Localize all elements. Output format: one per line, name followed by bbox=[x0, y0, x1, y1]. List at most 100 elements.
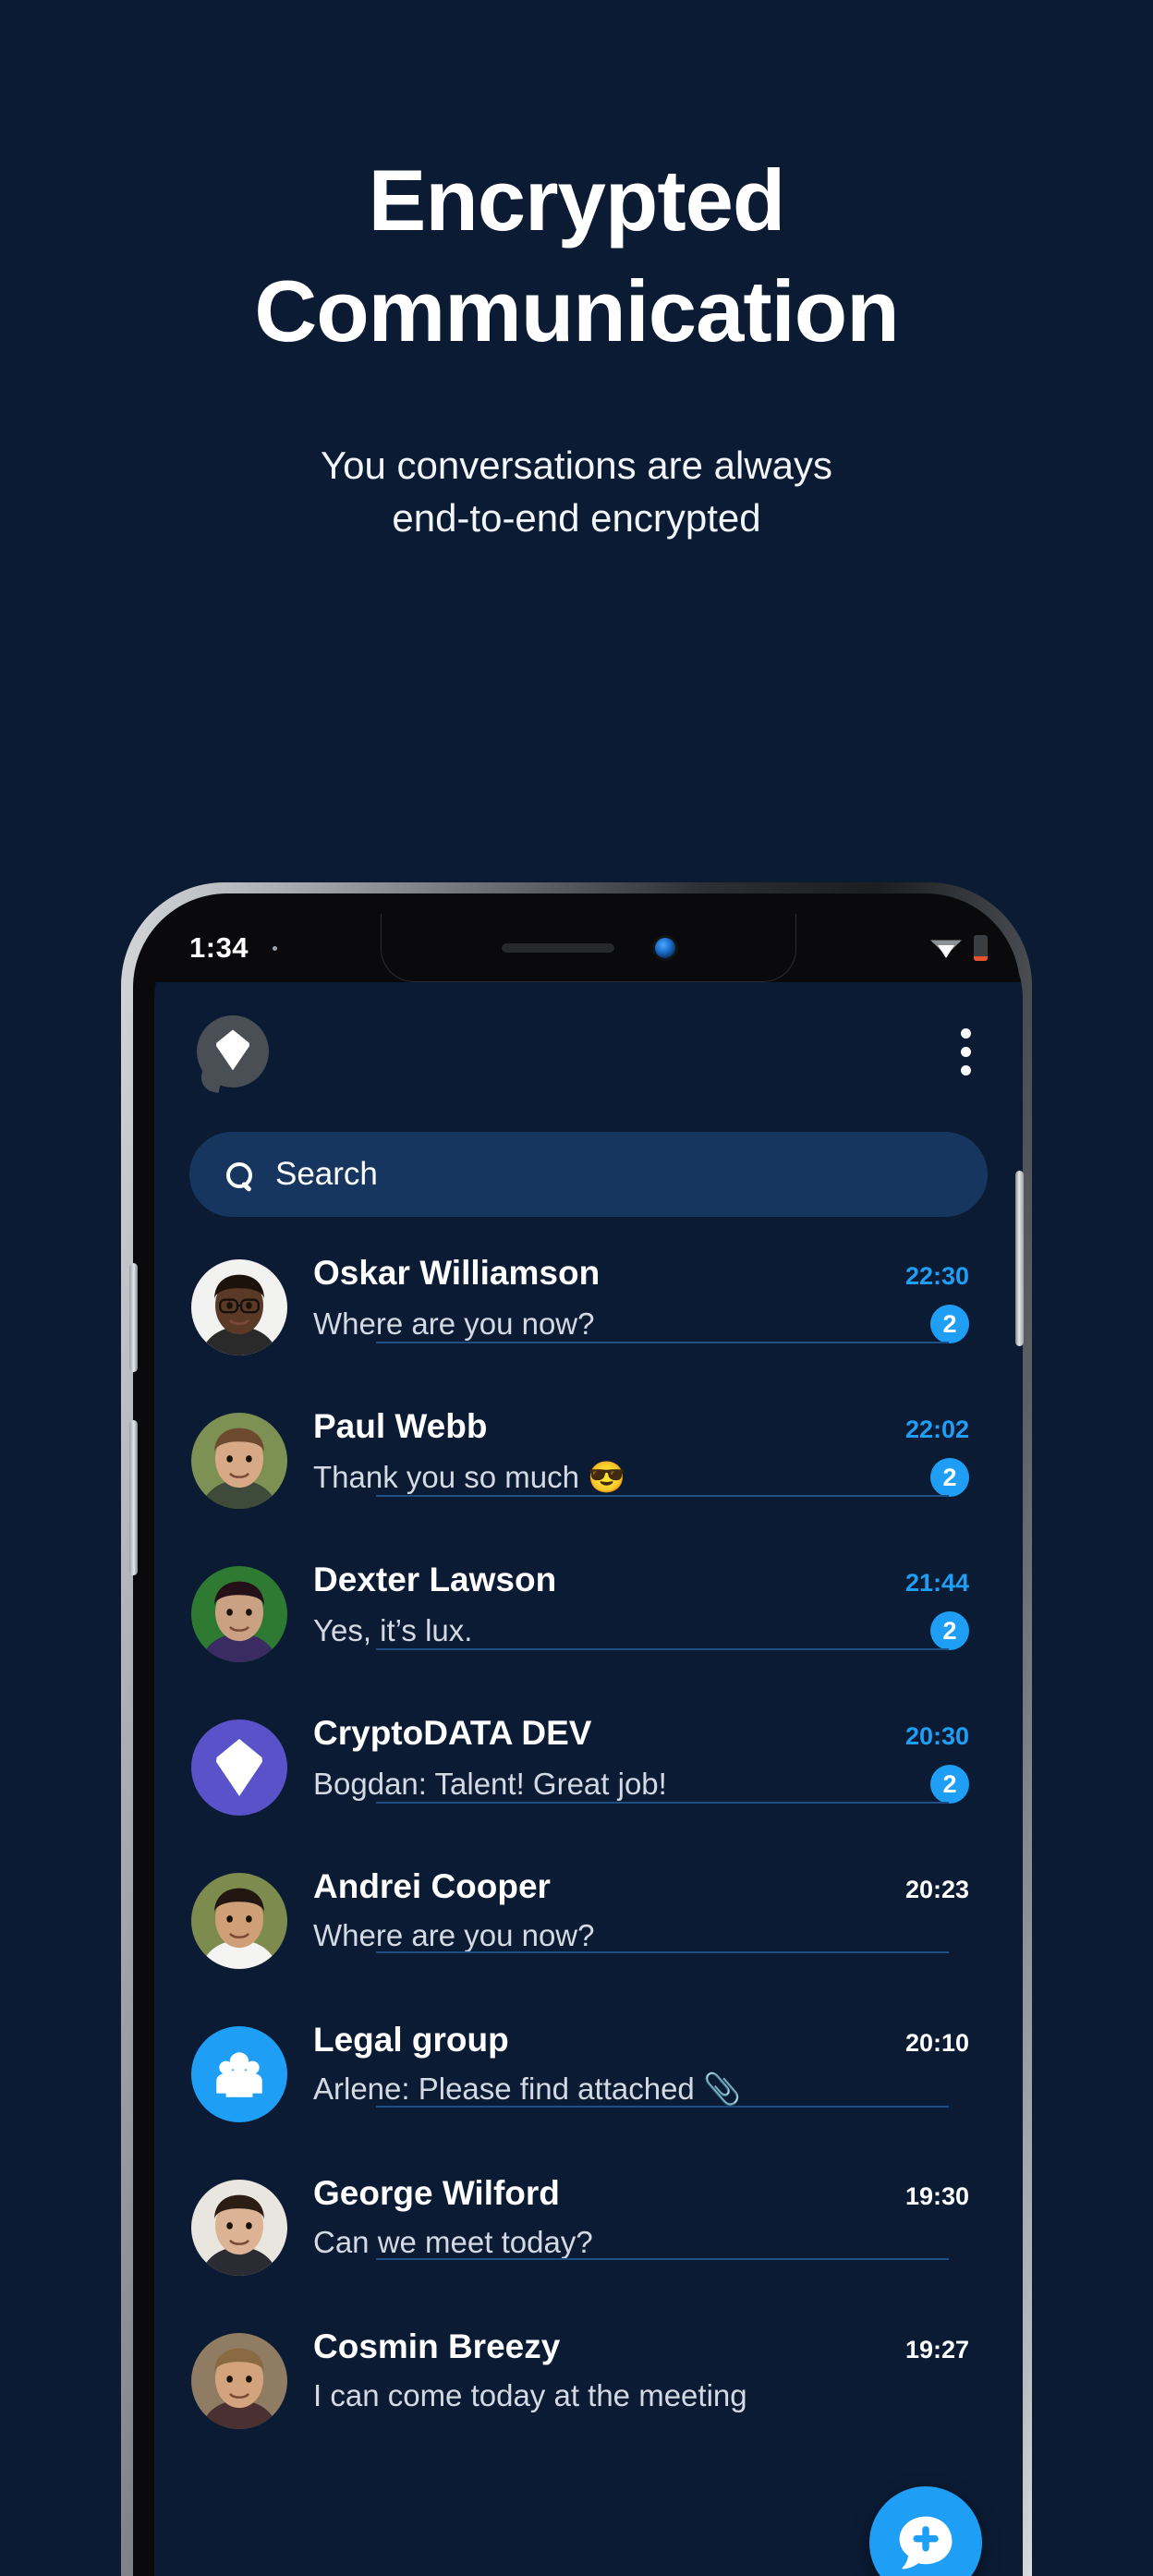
chat-item-body: George Wilford 19:30 Can we meet today? bbox=[313, 2174, 986, 2260]
chat-contact-name: George Wilford bbox=[313, 2174, 560, 2212]
chat-timestamp: 20:30 bbox=[904, 1722, 969, 1750]
volume-down-button[interactable] bbox=[129, 1420, 138, 1575]
chat-item-preview-row: I can come today at the meeting bbox=[313, 2378, 969, 2413]
chat-last-message: Where are you now? bbox=[313, 1306, 595, 1341]
row-divider bbox=[376, 1951, 949, 1953]
row-divider bbox=[376, 2258, 949, 2260]
chat-list-item[interactable]: Andrei Cooper 20:23 Where are you now? bbox=[154, 1851, 1023, 2004]
avatar-paul bbox=[191, 1413, 287, 1509]
unread-badge: 2 bbox=[930, 1611, 969, 1650]
chat-list-item[interactable]: Oskar Williamson 22:30 Where are you now… bbox=[154, 1237, 1023, 1391]
chat-last-message: Arlene: Please find attached 📎 bbox=[313, 2072, 742, 2106]
new-chat-button[interactable] bbox=[869, 2486, 982, 2576]
chat-last-message: Can we meet today? bbox=[313, 2225, 593, 2259]
overflow-menu-icon[interactable] bbox=[952, 1019, 980, 1085]
promo-screenshot-page: Encrypted Communication You conversation… bbox=[0, 0, 1153, 2576]
unread-badge: 2 bbox=[930, 1765, 969, 1804]
chat-list[interactable]: Oskar Williamson 22:30 Where are you now… bbox=[154, 1237, 1023, 2464]
row-divider bbox=[376, 1342, 949, 1343]
avatar-andrei bbox=[191, 1873, 287, 1969]
promo-subtitle-line-1: You conversations are always bbox=[320, 444, 833, 487]
chat-timestamp: 19:30 bbox=[904, 2182, 969, 2210]
promo-subtitle: You conversations are always end-to-end … bbox=[0, 440, 1153, 544]
chat-contact-name: Oskar Williamson bbox=[313, 1254, 601, 1292]
chat-item-preview-row: Bogdan: Talent! Great job! 2 bbox=[313, 1765, 969, 1804]
wifi-icon bbox=[930, 937, 962, 961]
chat-list-item[interactable]: Cosmin Breezy 19:27 I can come today at … bbox=[154, 2311, 1023, 2464]
battery-icon bbox=[974, 935, 988, 961]
avatar-oskar bbox=[191, 1259, 287, 1355]
row-divider bbox=[376, 1802, 949, 1804]
search-input[interactable]: Search bbox=[189, 1132, 988, 1217]
phone-screen: 1:34 Search Oskar Williamson 22:30 Where… bbox=[154, 914, 1023, 2576]
phone-notch bbox=[381, 914, 796, 982]
chat-timestamp: 22:02 bbox=[904, 1416, 969, 1443]
phone-bezel: 1:34 Search Oskar Williamson 22:30 Where… bbox=[129, 893, 1024, 2576]
search-placeholder: Search bbox=[275, 1156, 378, 1192]
unread-badge: 2 bbox=[930, 1305, 969, 1343]
chat-item-header: Andrei Cooper 20:23 bbox=[313, 1867, 969, 1906]
chat-contact-name: CryptoDATA DEV bbox=[313, 1714, 592, 1752]
chat-contact-name: Dexter Lawson bbox=[313, 1561, 557, 1598]
row-divider bbox=[376, 1648, 949, 1650]
chat-timestamp: 20:10 bbox=[904, 2029, 969, 2057]
logo-diamond-icon bbox=[216, 1029, 249, 1071]
chat-last-message: Thank you so much 😎 bbox=[313, 1459, 626, 1494]
cryptodata-bubble-logo[interactable] bbox=[197, 1015, 269, 1088]
promo-title-line-2: Communication bbox=[254, 262, 899, 359]
chat-item-body: Dexter Lawson 21:44 Yes, it’s lux. 2 bbox=[313, 1561, 986, 1650]
chat-contact-name: Andrei Cooper bbox=[313, 1867, 551, 1905]
avatar-cryptodata-logo bbox=[191, 1719, 287, 1816]
chat-item-preview-row: Thank you so much 😎 2 bbox=[313, 1458, 969, 1497]
chat-list-item[interactable]: George Wilford 19:30 Can we meet today? bbox=[154, 2157, 1023, 2311]
chat-item-preview-row: Where are you now? bbox=[313, 1918, 969, 1953]
chat-item-header: Legal group 20:10 bbox=[313, 2021, 969, 2060]
unread-badge: 2 bbox=[930, 1458, 969, 1497]
chat-list-item[interactable]: Paul Webb 22:02 Thank you so much 😎 2 bbox=[154, 1391, 1023, 1544]
front-camera-icon bbox=[655, 937, 675, 958]
status-bar-notification-dot bbox=[273, 945, 278, 951]
chat-timestamp: 21:44 bbox=[904, 1569, 969, 1597]
chat-contact-name: Paul Webb bbox=[313, 1407, 488, 1445]
new-chat-icon bbox=[899, 2516, 953, 2570]
chat-timestamp: 20:23 bbox=[904, 1876, 969, 1903]
chat-list-item[interactable]: CryptoDATA DEV 20:30 Bogdan: Talent! Gre… bbox=[154, 1697, 1023, 1851]
row-divider bbox=[376, 1495, 949, 1497]
group-people-icon bbox=[216, 2052, 262, 2097]
avatar-cosmin bbox=[191, 2333, 287, 2429]
chat-timestamp: 19:27 bbox=[904, 2336, 969, 2363]
chat-contact-name: Legal group bbox=[313, 2021, 509, 2059]
promo-title-line-1: Encrypted bbox=[368, 152, 786, 249]
chat-item-body: CryptoDATA DEV 20:30 Bogdan: Talent! Gre… bbox=[313, 1714, 986, 1804]
row-divider bbox=[376, 2106, 949, 2108]
chat-list-item[interactable]: Dexter Lawson 21:44 Yes, it’s lux. 2 bbox=[154, 1544, 1023, 1697]
page-title: Encrypted Communication bbox=[0, 157, 1153, 355]
volume-up-button[interactable] bbox=[129, 1263, 138, 1372]
status-bar-clock: 1:34 bbox=[189, 931, 249, 964]
chat-item-header: Cosmin Breezy 19:27 bbox=[313, 2327, 969, 2366]
app-header bbox=[154, 982, 1023, 1121]
status-bar-indicators bbox=[930, 935, 988, 961]
chat-item-preview-row: Can we meet today? bbox=[313, 2225, 969, 2260]
chat-last-message: I can come today at the meeting bbox=[313, 2378, 747, 2412]
chat-item-header: George Wilford 19:30 bbox=[313, 2174, 969, 2213]
chat-item-header: Paul Webb 22:02 bbox=[313, 1407, 969, 1446]
chat-item-header: Dexter Lawson 21:44 bbox=[313, 1561, 969, 1599]
chat-item-preview-row: Yes, it’s lux. 2 bbox=[313, 1611, 969, 1650]
phone-mockup: 1:34 Search Oskar Williamson 22:30 Where… bbox=[121, 882, 1032, 2576]
chat-timestamp: 22:30 bbox=[904, 1262, 969, 1290]
phone-frame: 1:34 Search Oskar Williamson 22:30 Where… bbox=[121, 882, 1032, 2576]
chat-contact-name: Cosmin Breezy bbox=[313, 2327, 561, 2365]
earpiece-speaker bbox=[502, 942, 614, 953]
chat-item-preview-row: Arlene: Please find attached 📎 bbox=[313, 2072, 969, 2108]
promo-text-block: Encrypted Communication You conversation… bbox=[0, 157, 1153, 544]
chat-item-body: Andrei Cooper 20:23 Where are you now? bbox=[313, 1867, 986, 1953]
search-icon bbox=[226, 1161, 252, 1188]
chat-item-body: Oskar Williamson 22:30 Where are you now… bbox=[313, 1254, 986, 1343]
chat-item-header: CryptoDATA DEV 20:30 bbox=[313, 1714, 969, 1753]
avatar-group-people-icon bbox=[191, 2026, 287, 2122]
chat-item-preview-row: Where are you now? 2 bbox=[313, 1305, 969, 1343]
avatar-dexter bbox=[191, 1566, 287, 1662]
chat-last-message: Bogdan: Talent! Great job! bbox=[313, 1767, 667, 1801]
chat-list-item[interactable]: Legal group 20:10 Arlene: Please find at… bbox=[154, 2004, 1023, 2157]
